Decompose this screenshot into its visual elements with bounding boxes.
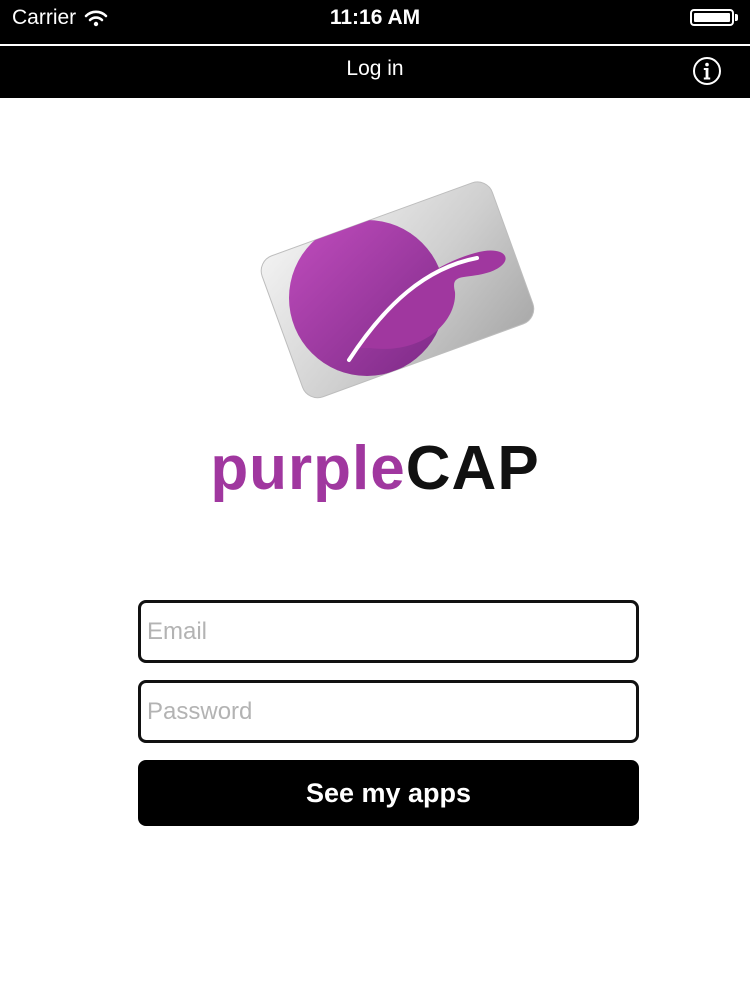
password-field-container (138, 680, 639, 743)
password-field[interactable] (141, 683, 636, 740)
see-my-apps-button[interactable]: See my apps (138, 760, 639, 826)
nav-bar: Log in (0, 46, 750, 98)
email-field[interactable] (141, 603, 636, 660)
status-bar: Carrier 11:16 AM (0, 0, 750, 44)
info-icon (693, 57, 721, 85)
logo-image (245, 170, 545, 420)
brand-part-cap: CAP (405, 434, 540, 503)
logo-card-graphic (260, 181, 535, 399)
battery-tip (735, 14, 738, 21)
brand-wordmark: purpleCAP (0, 434, 750, 503)
battery-body (690, 9, 734, 26)
status-time: 11:16 AM (329, 6, 421, 29)
brand-part-purple: purple (210, 434, 406, 503)
info-button[interactable] (692, 56, 722, 86)
page-title: Log in (346, 57, 404, 80)
battery-fill (694, 13, 730, 22)
email-field-container (138, 600, 639, 663)
battery-icon (690, 9, 738, 26)
